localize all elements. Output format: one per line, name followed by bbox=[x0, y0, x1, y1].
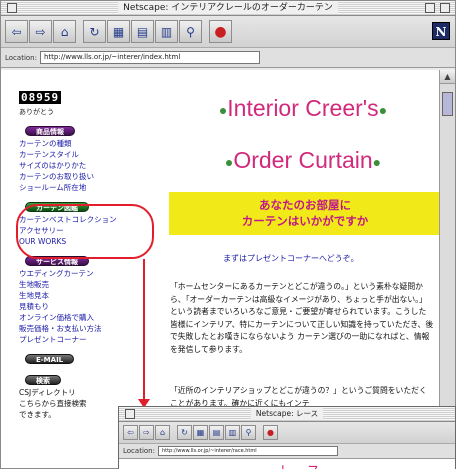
location-bar: Location: http://www.lls.or.jp/~interer/… bbox=[1, 48, 455, 68]
toolbar: ⇦ ⇨ ⌂ ↻ ▦ ▤ ▥ ⚲ ● N bbox=[1, 16, 455, 48]
print-icon-2[interactable]: ▥ bbox=[225, 425, 240, 440]
banner-line1: あなたのお部屋に bbox=[259, 198, 351, 212]
toolbar-2: ⇦ ⇨ ⌂ ↻ ▦ ▤ ▥ ⚲ ● bbox=[119, 422, 455, 444]
close-box[interactable] bbox=[7, 3, 17, 13]
stop-icon-2[interactable]: ● bbox=[263, 425, 278, 440]
banner-line2: カーテンはいかがですか bbox=[241, 214, 369, 228]
nav-link-curtain-care[interactable]: カーテンのお取り扱い bbox=[19, 171, 134, 182]
section-search-badge: 検索 bbox=[25, 375, 61, 385]
forward-icon-2[interactable]: ⇨ bbox=[139, 425, 154, 440]
nav-link-curtain-style[interactable]: カーテンスタイル bbox=[19, 149, 134, 160]
headline-banner: あなたのお部屋に カーテンはいかがですか bbox=[169, 192, 441, 235]
visit-counter: 08959 bbox=[19, 91, 62, 104]
nav-link-size-measure[interactable]: サイズのはかりかた bbox=[19, 160, 134, 171]
open-icon[interactable]: ▤ bbox=[131, 20, 154, 43]
nav-link-fabric-sales[interactable]: 生地販売 bbox=[19, 279, 134, 290]
netscape-logo: N bbox=[432, 22, 450, 40]
scroll-thumb[interactable] bbox=[442, 92, 453, 116]
section-product-info-badge: 商品情報 bbox=[25, 126, 75, 136]
scroll-up-icon[interactable]: ▲ bbox=[440, 70, 455, 84]
thanks-text: ありがとう bbox=[19, 108, 54, 116]
second-browser-window: Netscape: レース ⇦ ⇨ ⌂ ↻ ▦ ▤ ▥ ⚲ ● Location… bbox=[118, 406, 456, 469]
url-input-2[interactable]: http://www.lls.or.jp/~interer/race.html bbox=[157, 446, 338, 456]
zoom-box[interactable] bbox=[425, 3, 435, 13]
page-heading-2: レース bbox=[279, 461, 320, 469]
nav-link-online-purchase[interactable]: オンライン価格で購入 bbox=[19, 312, 134, 323]
browser-window: Netscape: インテリアクレールのオーダーカーテン ⇦ ⇨ ⌂ ↻ ▦ ▤… bbox=[0, 0, 456, 469]
images-icon-2[interactable]: ▦ bbox=[193, 425, 208, 440]
find-icon-2[interactable]: ⚲ bbox=[241, 425, 256, 440]
csj-directory-text: CSJディレクトリ bbox=[19, 388, 76, 397]
present-corner-link[interactable]: まずはプレゼントコーナーへどうぞ。 bbox=[223, 253, 359, 264]
open-icon-2[interactable]: ▤ bbox=[209, 425, 224, 440]
close-box-2[interactable] bbox=[125, 409, 135, 419]
url-input[interactable]: http://www.lls.or.jp/~interer/index.html bbox=[39, 51, 260, 64]
intro-paragraph: 「ホームセンターにあるカーテンとどこが違うの。」という素朴な疑問から、「オーダー… bbox=[170, 282, 434, 354]
location-label: Location: bbox=[5, 53, 37, 62]
page-title-line2: ●Order Curtain● bbox=[224, 147, 382, 173]
nav-link-present-corner[interactable]: プレゼントコーナー bbox=[19, 334, 134, 345]
location-label-2: Location: bbox=[123, 447, 155, 455]
page-title-line1: ●Interior Creer's● bbox=[218, 95, 388, 121]
nav-link-curtain-types[interactable]: カーテンの種類 bbox=[19, 138, 134, 149]
stop-icon[interactable]: ● bbox=[209, 20, 232, 43]
home-icon[interactable]: ⌂ bbox=[53, 20, 76, 43]
images-icon[interactable]: ▦ bbox=[107, 20, 130, 43]
nav-link-fabric-samples[interactable]: 生地見本 bbox=[19, 290, 134, 301]
direct-search-text: こちらから直接検索 bbox=[19, 399, 87, 408]
home-icon-2[interactable]: ⌂ bbox=[155, 425, 170, 440]
nav-link-showroom[interactable]: ショールーム所在地 bbox=[19, 182, 134, 193]
window-title: Netscape: インテリアクレールのオーダーカーテン bbox=[118, 2, 338, 14]
nav-link-estimate[interactable]: 見積もり bbox=[19, 301, 134, 312]
nav-link-price-payment[interactable]: 販売価格・お支払い方法 bbox=[19, 323, 134, 334]
reload-icon[interactable]: ↻ bbox=[83, 20, 106, 43]
location-bar-2: Location: http://www.lls.or.jp/~interer/… bbox=[119, 444, 455, 459]
back-icon-2[interactable]: ⇦ bbox=[123, 425, 138, 440]
window-title-2: Netscape: レース bbox=[250, 408, 324, 420]
title-bar-2[interactable]: Netscape: レース bbox=[119, 407, 455, 422]
highlight-circle bbox=[16, 204, 154, 259]
can-do-text: できます。 bbox=[19, 410, 56, 419]
nav-link-wedding-curtain[interactable]: ウエディングカーテン bbox=[19, 268, 134, 279]
reload-icon-2[interactable]: ↻ bbox=[177, 425, 192, 440]
title-bar[interactable]: Netscape: インテリアクレールのオーダーカーテン bbox=[1, 1, 455, 16]
forward-icon[interactable]: ⇨ bbox=[29, 20, 52, 43]
collapse-box[interactable] bbox=[440, 3, 450, 13]
email-badge[interactable]: E-MAIL bbox=[25, 354, 75, 364]
back-icon[interactable]: ⇦ bbox=[5, 20, 28, 43]
print-icon[interactable]: ▥ bbox=[155, 20, 178, 43]
page-content-2: レース bbox=[119, 459, 455, 469]
find-icon[interactable]: ⚲ bbox=[179, 20, 202, 43]
annotation-arrow-line bbox=[143, 259, 145, 399]
